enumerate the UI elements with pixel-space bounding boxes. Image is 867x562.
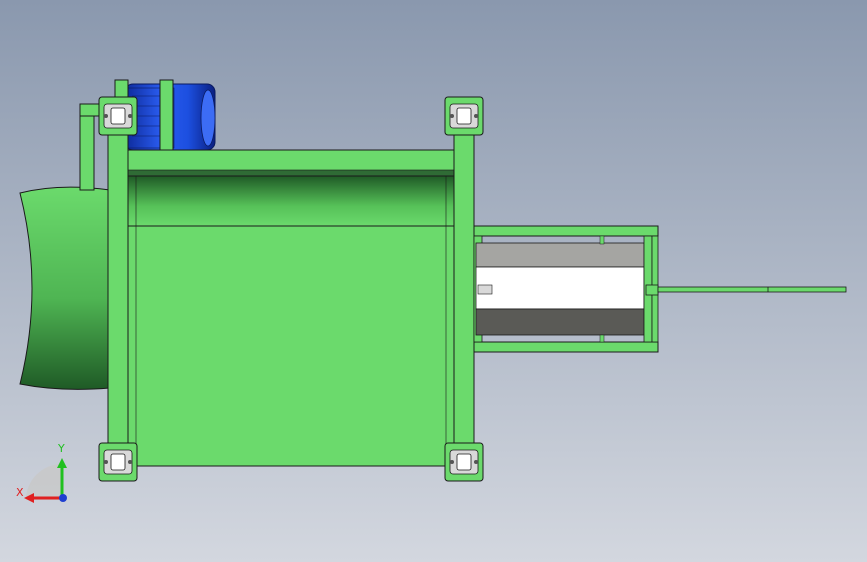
cad-viewport[interactable]: X Y xyxy=(0,0,867,562)
x-axis-label: X xyxy=(16,486,24,499)
y-axis-label: Y xyxy=(58,442,65,455)
z-axis-dot xyxy=(59,494,67,502)
orientation-triad[interactable] xyxy=(0,0,867,562)
